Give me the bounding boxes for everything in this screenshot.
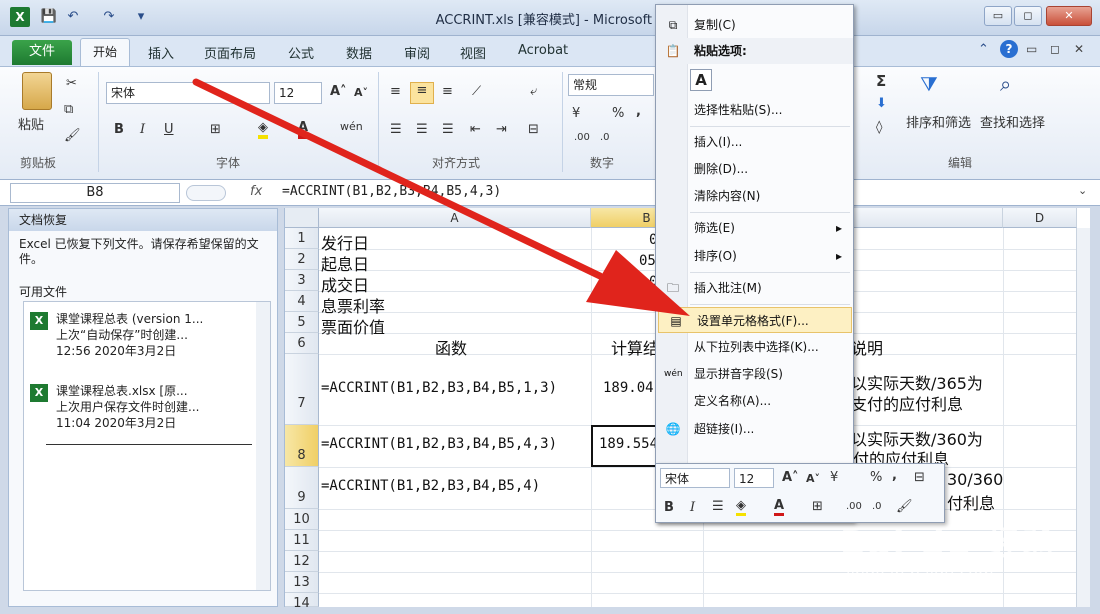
watermark-url: jingyan.baidu.com (846, 564, 994, 583)
watermark-logo: Bai du 经验 (840, 524, 1059, 564)
arrow-shaft (192, 78, 604, 280)
arrow-head (586, 250, 690, 316)
